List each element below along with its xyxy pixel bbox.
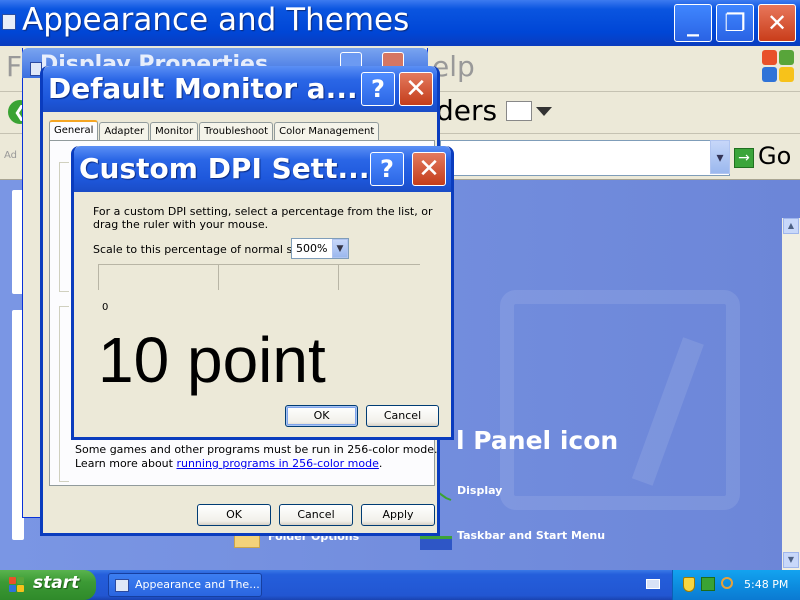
maximize-button[interactable]: ❐ — [716, 4, 754, 42]
tab-general[interactable]: General — [49, 120, 99, 141]
keyboard-icon[interactable] — [646, 579, 660, 589]
address-input[interactable] — [440, 140, 730, 176]
chevron-down-icon[interactable]: ▼ — [332, 239, 348, 258]
windows-flag-icon — [762, 50, 796, 84]
close-button[interactable]: ✕ — [412, 152, 446, 186]
start-label: start — [33, 573, 80, 593]
ruler-tick — [98, 264, 99, 290]
vertical-scrollbar[interactable] — [782, 218, 800, 570]
learn-more-link[interactable]: running programs in 256-color mode — [176, 457, 378, 470]
compatibility-note: Some games and other programs must be ru… — [75, 443, 438, 456]
go-icon[interactable]: → — [734, 148, 754, 168]
group-box — [59, 162, 69, 292]
window-icon — [2, 14, 16, 30]
network-icon[interactable] — [701, 577, 715, 591]
address-label: Ad — [4, 150, 18, 161]
folders-button[interactable]: ders — [436, 94, 497, 127]
dpi-dialog-titlebar[interactable]: Custom DPI Sett... ? ✕ — [74, 146, 451, 192]
taskbar-start-menu-link[interactable]: Taskbar and Start Menu — [457, 529, 605, 542]
group-box — [59, 306, 69, 482]
taskbar-icon — [420, 536, 452, 550]
scroll-down-button[interactable]: ▼ — [783, 552, 799, 568]
chevron-down-icon[interactable] — [536, 107, 552, 116]
help-button[interactable]: ? — [361, 72, 395, 106]
scroll-up-button[interactable]: ▲ — [783, 218, 799, 234]
monitor-tabs: General Adapter Monitor Troubleshoot Color M… — [49, 120, 380, 141]
minimize-button[interactable]: _ — [674, 4, 712, 42]
window-icon — [115, 579, 129, 592]
clock[interactable]: 5:48 PM — [744, 578, 788, 591]
address-dropdown-button[interactable]: ▾ — [710, 140, 730, 174]
go-button[interactable]: Go — [758, 142, 791, 170]
cancel-button[interactable]: Cancel — [366, 405, 439, 427]
ok-button[interactable]: OK — [285, 405, 358, 427]
close-button[interactable]: ✕ — [399, 72, 433, 106]
pick-icon-heading: l Panel icon — [456, 426, 619, 455]
windows-flag-icon — [9, 577, 26, 593]
monitor-dialog-title: Default Monitor a... — [48, 72, 358, 105]
tab-monitor[interactable]: Monitor — [150, 122, 199, 141]
start-button[interactable]: start — [0, 570, 96, 600]
explorer-title: Appearance and Themes — [22, 2, 410, 38]
ok-button[interactable]: OK — [197, 504, 271, 526]
search-icon[interactable] — [721, 577, 733, 589]
security-shield-icon[interactable] — [683, 577, 695, 592]
dpi-instructions: For a custom DPI setting, select a perce… — [93, 205, 433, 218]
display-icon — [438, 486, 452, 501]
dpi-dialog-title: Custom DPI Sett... — [79, 152, 370, 185]
cancel-button[interactable]: Cancel — [279, 504, 353, 526]
taskbar: start Appearance and The... 5:48 PM — [0, 570, 800, 600]
menu-file[interactable]: F — [6, 50, 22, 83]
views-icon[interactable] — [506, 101, 532, 121]
dpi-ruler[interactable]: 0 — [98, 262, 420, 318]
tab-color-management[interactable]: Color Management — [274, 122, 380, 141]
apply-button[interactable]: Apply — [361, 504, 435, 526]
scale-percentage-label: Scale to this percentage of normal size: — [93, 243, 312, 256]
display-link[interactable]: Display — [457, 484, 502, 497]
help-button[interactable]: ? — [370, 152, 404, 186]
learn-more-prefix: Learn more about — [75, 457, 177, 470]
dpi-instructions: drag the ruler with your mouse. — [93, 218, 269, 231]
tab-adapter[interactable]: Adapter — [99, 122, 150, 141]
custom-dpi-dialog: Custom DPI Sett... ? ✕ For a custom DPI … — [71, 146, 454, 440]
learn-more-note: Learn more about running programs in 256… — [75, 457, 382, 470]
tab-troubleshoot[interactable]: Troubleshoot — [199, 122, 274, 141]
close-button[interactable]: ✕ — [758, 4, 796, 42]
learn-more-suffix: . — [378, 457, 383, 470]
font-size-sample: 10 point — [98, 324, 326, 396]
taskbar-item-appearance[interactable]: Appearance and The... — [108, 573, 262, 597]
ruler-line — [98, 264, 420, 265]
ruler-tick — [338, 264, 339, 290]
ruler-zero-label: 0 — [102, 302, 109, 313]
monitor-dialog-titlebar[interactable]: Default Monitor a... ? ✕ — [43, 66, 437, 112]
taskbar-item-label: Appearance and The... — [135, 578, 260, 591]
system-tray: 5:48 PM — [672, 570, 800, 600]
ruler-tick — [218, 264, 219, 290]
